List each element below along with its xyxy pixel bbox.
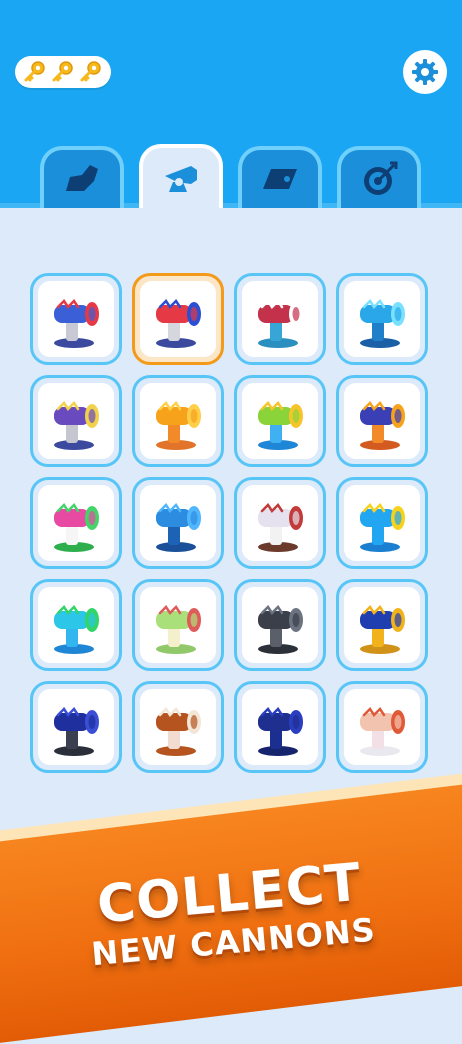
- cannon-card[interactable]: [132, 477, 224, 569]
- cannon-icon: [360, 401, 405, 450]
- cannon-icon: [258, 605, 303, 654]
- cannon-card[interactable]: [234, 375, 326, 467]
- cannon-icon: [360, 707, 405, 756]
- cannon-card-inner: [242, 587, 318, 663]
- cannon-icon: [156, 707, 201, 756]
- cannon-icon: [156, 299, 201, 348]
- cannon-icon: [360, 605, 405, 654]
- cannon-icon: [258, 707, 303, 756]
- cannon-icon: [258, 299, 303, 348]
- cannon-card[interactable]: [132, 579, 224, 671]
- cannon-icon: [54, 605, 99, 654]
- cannon-icon: [360, 299, 405, 348]
- cannon-card[interactable]: [30, 579, 122, 671]
- cannon-card-inner: [344, 689, 420, 765]
- cannon-card[interactable]: [336, 579, 428, 671]
- key-icon: [24, 61, 45, 82]
- cannon-card-inner: [242, 281, 318, 357]
- cannon-grid: [30, 273, 428, 773]
- cannon-card[interactable]: [30, 375, 122, 467]
- cannon-card-inner: [38, 689, 114, 765]
- cannon-card-inner: [38, 485, 114, 561]
- cannon-icon: [156, 503, 201, 552]
- cannon-card-inner: [140, 587, 216, 663]
- cannon-card-inner: [140, 689, 216, 765]
- cannon-icon: [258, 401, 303, 450]
- cannon-card-inner: [140, 383, 216, 459]
- gear-icon: [412, 59, 438, 85]
- keys-counter: [15, 56, 111, 88]
- cannon-card-inner: [242, 689, 318, 765]
- boot-icon: [66, 165, 98, 191]
- cannon-card-inner: [242, 383, 318, 459]
- cannon-card[interactable]: [336, 273, 428, 365]
- cannon-card[interactable]: [30, 477, 122, 569]
- cannon-icon: [54, 299, 99, 348]
- cannon-card-inner: [38, 587, 114, 663]
- cannon-card-inner: [344, 281, 420, 357]
- cannon-card[interactable]: [336, 375, 428, 467]
- cannon-card-inner: [38, 281, 114, 357]
- cannon-card-inner: [344, 485, 420, 561]
- cannon-card[interactable]: [234, 477, 326, 569]
- cannon-card[interactable]: [132, 375, 224, 467]
- tab-target[interactable]: [337, 146, 421, 208]
- tab-cannon[interactable]: [139, 144, 223, 208]
- cannon-card[interactable]: [30, 681, 122, 773]
- cannon-card-inner: [344, 383, 420, 459]
- settings-button[interactable]: [403, 50, 447, 94]
- cannon-card[interactable]: [234, 579, 326, 671]
- cannon-card-inner: [140, 485, 216, 561]
- cannon-icon: [360, 503, 405, 552]
- tab-ramp[interactable]: [238, 146, 322, 208]
- ramp-icon: [263, 169, 297, 189]
- cannon-icon: [54, 401, 99, 450]
- cannon-card[interactable]: [234, 273, 326, 365]
- cannon-card[interactable]: [132, 273, 224, 365]
- cannon-card-inner: [38, 383, 114, 459]
- cannon-card-inner: [242, 485, 318, 561]
- cannon-card-inner: [140, 281, 216, 357]
- cannon-icon: [165, 166, 197, 192]
- cannon-card[interactable]: [234, 681, 326, 773]
- tab-boot[interactable]: [40, 146, 124, 208]
- key-icon: [80, 61, 101, 82]
- cannon-icon: [54, 503, 99, 552]
- cannon-card-inner: [344, 587, 420, 663]
- target-icon: [364, 161, 398, 195]
- cannon-icon: [156, 605, 201, 654]
- cannon-card[interactable]: [336, 681, 428, 773]
- cannon-icon: [54, 707, 99, 756]
- cannon-card[interactable]: [30, 273, 122, 365]
- cannon-card[interactable]: [336, 477, 428, 569]
- cannon-icon: [156, 401, 201, 450]
- cannon-icon: [258, 503, 303, 552]
- key-icon: [52, 61, 73, 82]
- cannon-card[interactable]: [132, 681, 224, 773]
